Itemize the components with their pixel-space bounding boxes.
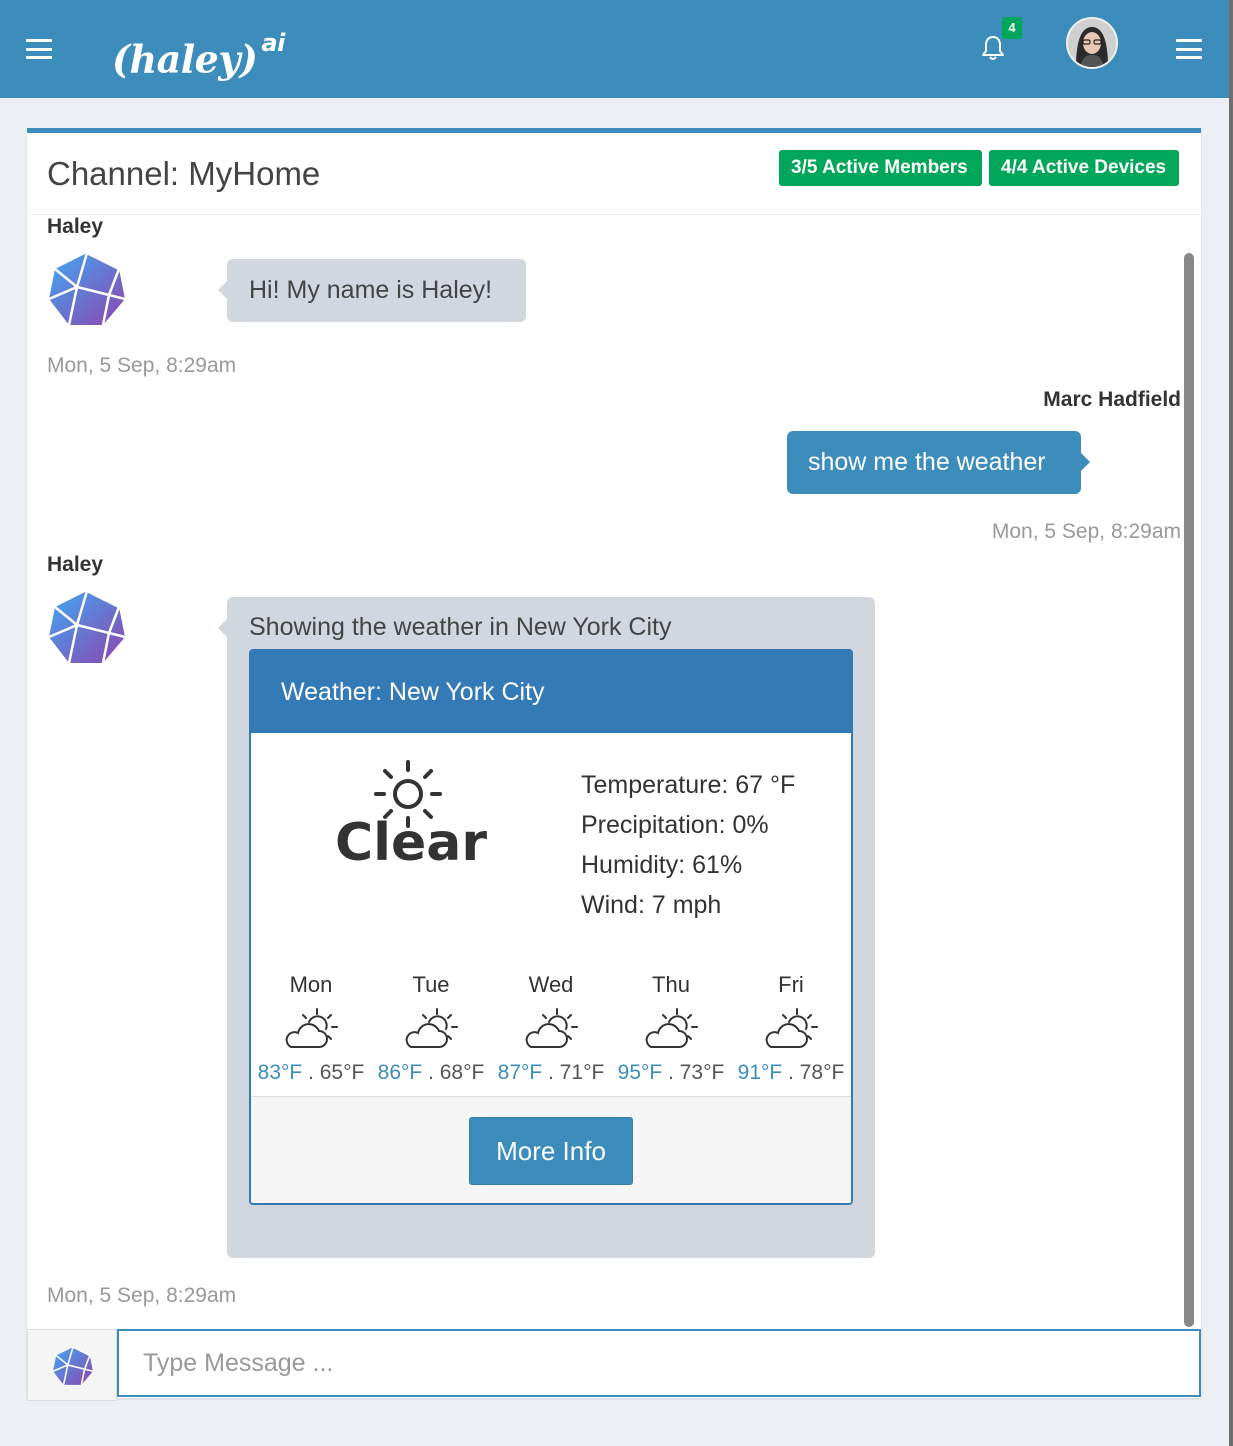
weather-panel: Weather: New York City Clear Temperature… [249, 649, 853, 1205]
forecast-day: Wed 87°F . 71°F [491, 969, 611, 1089]
haley-avatar-icon [48, 251, 126, 326]
message-timestamp: Mon, 5 Sep, 8:29am [47, 354, 237, 377]
partly-cloudy-icon [285, 1008, 338, 1048]
weather-summary: Clear [335, 813, 487, 873]
message-sender-name: Haley [47, 553, 104, 576]
forecast-high: 83°F [257, 1061, 303, 1084]
message-sender-name: Marc Hadfield [1043, 388, 1181, 411]
weather-panel-title: Weather: New York City [251, 651, 851, 733]
sidebar-toggle-menu-icon[interactable] [26, 39, 52, 59]
message-input[interactable] [117, 1329, 1201, 1397]
forecast-low: . 73°F [662, 1061, 725, 1084]
forecast-low: . 78°F [782, 1061, 845, 1084]
message-bubble: Hi! My name is Haley! [218, 259, 526, 322]
partly-cloudy-icon [405, 1008, 458, 1048]
message-bubble: show me the weather [787, 431, 1090, 494]
message-timestamp: Mon, 5 Sep, 8:29am [47, 1284, 237, 1307]
composer-addon [27, 1329, 117, 1401]
forecast-day-name: Mon [289, 972, 333, 997]
forecast-low: . 68°F [422, 1061, 485, 1084]
message-composer [27, 1327, 1201, 1403]
message-sender-name: Haley [47, 215, 104, 238]
forecast-low: . 71°F [542, 1061, 605, 1084]
weather-message-bubble: Showing the weather in New York City Wea… [218, 597, 875, 1258]
forecast-day-name: Thu [652, 972, 690, 997]
active-devices-badge: 4/4 Active Devices [989, 150, 1179, 186]
temperature-stat: Temperature: 67 °F [581, 771, 796, 799]
forecast-day: Tue 86°F . 68°F [371, 969, 491, 1089]
control-sidebar-menu-icon[interactable] [1176, 39, 1202, 59]
chat-scrollbar[interactable] [1182, 253, 1196, 1327]
top-navbar: (haley) ai 4 [0, 0, 1233, 98]
forecast-day: Mon 83°F . 65°F [251, 969, 371, 1089]
chat-box: Channel: MyHome 3/5 Active Members 4/4 A… [27, 128, 1201, 1401]
partly-cloudy-icon [645, 1008, 698, 1048]
message-text: Showing the weather in New York City [249, 613, 672, 641]
channel-title: Channel: MyHome [47, 155, 321, 192]
chat-header: Channel: MyHome 3/5 Active Members 4/4 A… [27, 133, 1201, 215]
partly-cloudy-icon [765, 1008, 818, 1048]
message-timestamp: Mon, 5 Sep, 8:29am [991, 520, 1181, 543]
forecast-high: 91°F [737, 1061, 783, 1084]
active-members-badge: 3/5 Active Members [779, 150, 982, 186]
forecast-high: 87°F [497, 1061, 543, 1084]
forecast-day-name: Wed [528, 972, 574, 997]
forecast-high: 86°F [377, 1061, 423, 1084]
page-scrollbar[interactable] [1229, 0, 1233, 1446]
forecast-day-name: Tue [412, 972, 450, 997]
weather-panel-footer: More Info [251, 1096, 851, 1203]
haley-avatar-icon [52, 1346, 94, 1386]
user-avatar[interactable] [1066, 17, 1118, 69]
forecast-day: Thu 95°F . 73°F [611, 969, 731, 1089]
haley-avatar-icon [48, 589, 126, 664]
forecast-high: 95°F [617, 1061, 663, 1084]
notification-count-badge: 4 [1002, 17, 1022, 39]
forecast-day: Fri 91°F . 78°F [731, 969, 851, 1089]
humidity-stat: Humidity: 61% [581, 851, 743, 879]
precipitation-stat: Precipitation: 0% [581, 811, 769, 839]
app-logo[interactable]: (haley) ai [112, 26, 285, 85]
more-info-button[interactable]: More Info [469, 1117, 633, 1185]
partly-cloudy-icon [525, 1008, 578, 1048]
forecast-low: . 65°F [302, 1061, 365, 1084]
forecast-day-name: Fri [778, 972, 804, 997]
wind-stat: Wind: 7 mph [581, 891, 722, 919]
